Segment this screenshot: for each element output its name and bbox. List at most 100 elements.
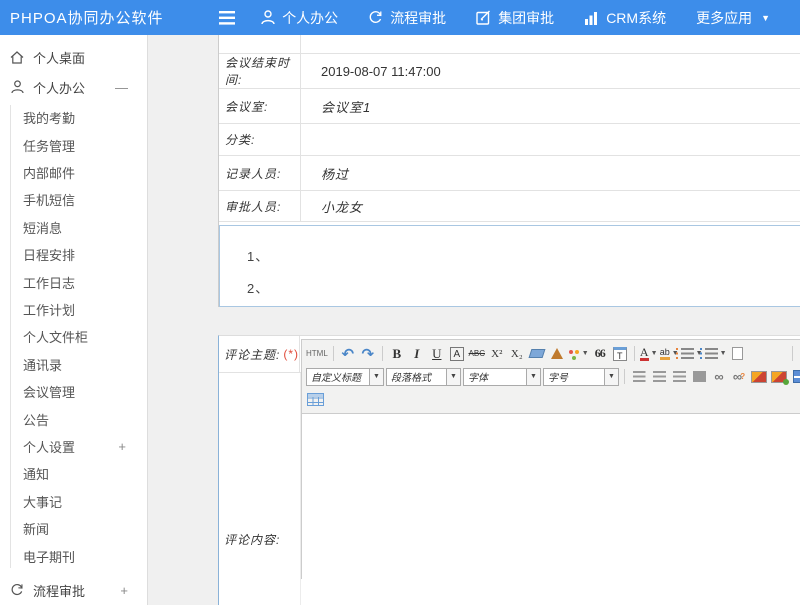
- chart-icon: [584, 11, 599, 25]
- expand-icon[interactable]: +: [120, 583, 128, 598]
- comment-subject-label: 评论主题: (*): [219, 336, 300, 372]
- field-label: 审批人员:: [219, 191, 300, 221]
- undo-icon[interactable]: ↶: [339, 344, 357, 363]
- paste-as-text-button[interactable]: T: [611, 344, 629, 363]
- color-picker-button[interactable]: ▼: [568, 344, 589, 363]
- sidebar-item-my-attendance[interactable]: 我的考勤: [0, 104, 148, 131]
- insert-table-button[interactable]: [306, 390, 324, 409]
- sidebar-item-workflow-approval[interactable]: 流程审批 +: [0, 575, 148, 605]
- editor-content-area[interactable]: [302, 414, 800, 581]
- select-value: 自定义标题: [306, 368, 370, 386]
- align-right-button[interactable]: [670, 367, 688, 386]
- blockquote-icon[interactable]: 66: [591, 344, 609, 363]
- custom-heading-select[interactable]: 自定义标题▼: [306, 368, 384, 386]
- sidebar-item-internal-mail[interactable]: 内部邮件: [0, 159, 148, 186]
- sidebar-item-short-message[interactable]: 短消息: [0, 214, 148, 241]
- paragraph-format-select[interactable]: 段落格式▼: [386, 368, 461, 386]
- font-color-icon: A: [640, 347, 649, 361]
- flow-icon: [368, 10, 383, 25]
- palette-icon: [568, 348, 580, 360]
- select-value: 字号: [543, 368, 605, 386]
- font-size-select[interactable]: 字号▼: [543, 368, 619, 386]
- html-source-button[interactable]: HTML: [306, 344, 328, 363]
- sidebar-item-label: 日程安排: [23, 245, 75, 264]
- sidebar-item-mobile-sms[interactable]: 手机短信: [0, 186, 148, 213]
- expand-icon[interactable]: +: [118, 439, 126, 454]
- sidebar-item-personal-office[interactable]: 个人办公 —: [0, 72, 148, 102]
- strikethrough-icon[interactable]: ABC: [468, 344, 486, 363]
- toolbar-row-2: 自定义标题▼ 段落格式▼ 字体▼ 字号▼ ∞ ∞?: [306, 365, 800, 388]
- sidebar-item-schedule[interactable]: 日程安排: [0, 241, 148, 268]
- sidebar-item-label: 大事记: [23, 492, 62, 511]
- table-icon: [307, 393, 324, 406]
- sidebar-item-label: 电子期刊: [23, 547, 75, 566]
- insert-link-button[interactable]: ∞: [710, 367, 728, 386]
- caret-down-icon: ▼: [651, 350, 658, 357]
- caret-down-icon: ▼: [761, 13, 770, 23]
- caret-down-icon: ▼: [605, 368, 619, 386]
- format-brush-icon[interactable]: [548, 344, 566, 363]
- align-left-button[interactable]: [630, 367, 648, 386]
- rich-text-editor: HTML ↶ ↷ B I U A ABC X² X₂ ▼: [301, 339, 800, 579]
- sidebar-item-news[interactable]: 新闻: [0, 515, 148, 542]
- sidebar-item-label: 工作计划: [23, 300, 75, 319]
- upload-image-button[interactable]: [770, 367, 788, 386]
- select-value: 字体: [463, 368, 527, 386]
- sidebar-item-label: 流程审批: [33, 581, 85, 600]
- meeting-memo-box: 1、 2、: [219, 225, 800, 307]
- sidebar-item-desktop[interactable]: 个人桌面: [0, 42, 148, 72]
- field-label: 记录人员:: [219, 156, 300, 190]
- sidebar-item-e-journal[interactable]: 电子期刊: [0, 542, 148, 569]
- sidebar-item-task-management[interactable]: 任务管理: [0, 131, 148, 158]
- font-style-icon[interactable]: A: [450, 347, 464, 361]
- superscript-icon[interactable]: X²: [488, 344, 506, 363]
- nav-workflow-approval[interactable]: 流程审批: [368, 8, 446, 28]
- sidebar-item-meeting-management[interactable]: 会议管理: [0, 378, 148, 405]
- nav-crm-system[interactable]: CRM系统: [584, 8, 666, 28]
- sidebar-item-label: 通知: [23, 464, 49, 483]
- nav-personal-office[interactable]: 个人办公: [261, 8, 338, 28]
- field-value: 杨过: [300, 156, 800, 190]
- caret-down-icon: ▼: [370, 368, 384, 386]
- toolbar-divider: [634, 346, 635, 361]
- sidebar-item-work-log[interactable]: 工作日志: [0, 268, 148, 295]
- sidebar-item-work-plan[interactable]: 工作计划: [0, 296, 148, 323]
- new-page-button[interactable]: [729, 344, 747, 363]
- remove-format-icon[interactable]: [528, 344, 546, 363]
- sidebar-item-personal-settings[interactable]: 个人设置 +: [0, 433, 148, 460]
- caret-down-icon: ▼: [527, 368, 541, 386]
- remove-link-button[interactable]: ∞?: [730, 367, 748, 386]
- underline-icon[interactable]: U: [428, 344, 446, 363]
- font-color-button[interactable]: A▼: [640, 344, 658, 363]
- redo-icon[interactable]: ↷: [359, 344, 377, 363]
- eraser-icon: [528, 349, 545, 358]
- sidebar-item-label: 会议管理: [23, 382, 75, 401]
- sidebar-item-notification[interactable]: 通知: [0, 460, 148, 487]
- nav-more-apps[interactable]: 更多应用 ▼: [696, 8, 770, 28]
- caret-down-icon: ▼: [720, 350, 727, 357]
- caret-down-icon: ▼: [447, 368, 461, 386]
- unordered-list-button[interactable]: ▼: [705, 344, 727, 363]
- sidebar-item-label: 我的考勤: [23, 108, 75, 127]
- sidebar-item-big-events[interactable]: 大事记: [0, 488, 148, 515]
- justify-button[interactable]: [690, 367, 708, 386]
- subscript-icon[interactable]: X₂: [508, 344, 526, 363]
- bold-icon[interactable]: B: [388, 344, 406, 363]
- sidebar: 个人桌面 个人办公 — 我的考勤 任务管理 内部邮件 手机短信 短消息 日程安排…: [0, 35, 148, 605]
- insert-image-button[interactable]: [750, 367, 768, 386]
- nav-group-approval[interactable]: 集团审批: [476, 8, 554, 28]
- menu-icon[interactable]: [216, 5, 240, 31]
- field-label: 会议结束时间:: [219, 54, 300, 88]
- font-family-select[interactable]: 字体▼: [463, 368, 541, 386]
- field-label: 分类:: [219, 124, 300, 155]
- insert-media-button[interactable]: [790, 367, 800, 386]
- sidebar-item-announcement[interactable]: 公告: [0, 405, 148, 432]
- italic-icon[interactable]: I: [408, 344, 426, 363]
- sidebar-item-contacts[interactable]: 通讯录: [0, 351, 148, 378]
- topbar: PHPOA协同办公软件 个人办公 流程审批 集团审批: [0, 0, 800, 35]
- sidebar-item-label: 手机短信: [23, 190, 75, 209]
- collapse-icon[interactable]: —: [115, 80, 128, 95]
- align-center-icon: [653, 371, 666, 382]
- sidebar-item-personal-files[interactable]: 个人文件柜: [0, 323, 148, 350]
- align-center-button[interactable]: [650, 367, 668, 386]
